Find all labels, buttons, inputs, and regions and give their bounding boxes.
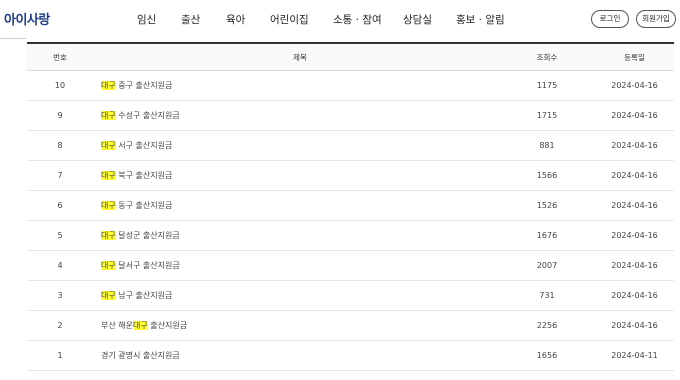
search-highlight: 대구 <box>101 81 116 90</box>
row-title-link[interactable]: 부산 해운대구 출산지원금 <box>101 311 187 340</box>
row-views: 2256 <box>536 321 558 330</box>
row-date: 2024-04-16 <box>611 81 658 90</box>
table-row[interactable]: 4 대구 달서구 출산지원금 2007 2024-04-16 <box>27 251 674 281</box>
row-title-link[interactable]: 대구 남구 출산지원금 <box>101 281 172 310</box>
table-row[interactable]: 10 대구 중구 출산지원금 1175 2024-04-16 <box>27 71 674 101</box>
title-text: 중구 출산지원금 <box>115 81 173 90</box>
row-date: 2024-04-16 <box>611 111 658 120</box>
row-views: 1175 <box>536 81 558 90</box>
row-number: 4 <box>57 261 63 270</box>
row-date: 2024-04-16 <box>611 201 658 210</box>
title-text: 서구 출산지원금 <box>115 141 173 150</box>
header-title: 제목 <box>293 53 307 62</box>
row-number: 5 <box>57 231 63 240</box>
row-title-link[interactable]: 경기 광명시 출산지원금 <box>101 341 180 370</box>
title-text: 달서구 출산지원금 <box>115 261 180 270</box>
row-date: 2024-04-16 <box>611 171 658 180</box>
title-text: 수성구 출산지원금 <box>115 111 180 120</box>
row-date: 2024-04-16 <box>611 291 658 300</box>
search-highlight: 대구 <box>101 171 116 180</box>
row-number: 10 <box>54 81 66 90</box>
search-highlight: 대구 <box>132 321 148 330</box>
site-header: 아이사랑 임신 출산 육아 어린이집 소통 · 참여 상담실 홍보 · 알림 로… <box>0 0 680 40</box>
row-date: 2024-04-16 <box>611 261 658 270</box>
table-header: 번호 제목 조회수 등록일 <box>27 42 674 71</box>
row-date: 2024-04-11 <box>611 351 658 360</box>
nav-item-daycare[interactable]: 어린이집 <box>270 12 309 27</box>
table-row[interactable]: 1 경기 광명시 출산지원금 1656 2024-04-11 <box>27 341 674 371</box>
nav-item-parenting[interactable]: 육아 <box>226 12 245 27</box>
row-title-link[interactable]: 대구 수성구 출산지원금 <box>101 101 180 130</box>
nav-item-counseling[interactable]: 상담실 <box>403 12 432 27</box>
row-title-link[interactable]: 대구 동구 출산지원금 <box>101 191 172 220</box>
table-row[interactable]: 7 대구 북구 출산지원금 1566 2024-04-16 <box>27 161 674 191</box>
nav-item-birth[interactable]: 출산 <box>181 12 200 27</box>
search-highlight: 대구 <box>101 291 116 300</box>
signup-button[interactable]: 회원가입 <box>636 10 676 28</box>
row-number: 6 <box>57 201 63 210</box>
row-views: 2007 <box>536 261 558 270</box>
row-date: 2024-04-16 <box>611 231 658 240</box>
nav-item-community[interactable]: 소통 · 참여 <box>333 12 382 27</box>
row-views: 881 <box>539 141 555 150</box>
search-highlight: 대구 <box>101 231 116 240</box>
row-date: 2024-04-16 <box>611 141 658 150</box>
row-date: 2024-04-16 <box>611 321 658 330</box>
nav-item-pregnancy[interactable]: 임신 <box>137 12 156 27</box>
row-title-link[interactable]: 대구 달서구 출산지원금 <box>101 251 180 280</box>
row-title-link[interactable]: 대구 달성군 출산지원금 <box>101 221 180 250</box>
row-views: 1526 <box>536 201 558 210</box>
table-row[interactable]: 5 대구 달성군 출산지원금 1676 2024-04-16 <box>27 221 674 251</box>
row-number: 2 <box>57 321 63 330</box>
row-views: 1656 <box>536 351 558 360</box>
row-title-link[interactable]: 대구 중구 출산지원금 <box>101 71 172 100</box>
title-text: 달성군 출산지원금 <box>115 231 180 240</box>
header-date: 등록일 <box>624 53 645 62</box>
table-body: 10 대구 중구 출산지원금 1175 2024-04-16 9 대구 수성구 출산지원금… <box>27 71 674 371</box>
title-text: 북구 출산지원금 <box>115 171 173 180</box>
row-views: 1566 <box>536 171 558 180</box>
header-number: 번호 <box>53 53 67 62</box>
nav-item-news[interactable]: 홍보 · 알림 <box>456 12 505 27</box>
row-number: 7 <box>57 171 63 180</box>
table-row[interactable]: 6 대구 동구 출산지원금 1526 2024-04-16 <box>27 191 674 221</box>
post-board: 번호 제목 조회수 등록일 10 대구 중구 출산지원금 1175 2024-04-1… <box>27 42 674 371</box>
row-title-link[interactable]: 대구 북구 출산지원금 <box>101 161 172 190</box>
title-text: 경기 광명시 출산지원금 <box>101 351 180 360</box>
row-views: 1715 <box>536 111 558 120</box>
title-text: 부산 해운 <box>101 321 133 330</box>
row-number: 8 <box>57 141 63 150</box>
row-number: 9 <box>57 111 63 120</box>
title-text: 출산지원금 <box>147 321 188 330</box>
header-views: 조회수 <box>536 53 558 62</box>
main-nav: 임신 출산 육아 어린이집 소통 · 참여 상담실 홍보 · 알림 <box>0 12 680 28</box>
row-number: 3 <box>57 291 63 300</box>
table-row[interactable]: 2 부산 해운대구 출산지원금 2256 2024-04-16 <box>27 311 674 341</box>
row-views: 731 <box>539 291 555 300</box>
table-row[interactable]: 8 대구 서구 출산지원금 881 2024-04-16 <box>27 131 674 161</box>
search-highlight: 대구 <box>101 261 116 270</box>
title-text: 남구 출산지원금 <box>115 291 173 300</box>
table-row[interactable]: 9 대구 수성구 출산지원금 1715 2024-04-16 <box>27 101 674 131</box>
search-highlight: 대구 <box>101 111 116 120</box>
table-row[interactable]: 3 대구 남구 출산지원금 731 2024-04-16 <box>27 281 674 311</box>
login-button[interactable]: 로그인 <box>591 10 629 28</box>
row-views: 1676 <box>536 231 558 240</box>
search-highlight: 대구 <box>101 201 116 210</box>
header-divider <box>0 38 26 39</box>
title-text: 동구 출산지원금 <box>115 201 173 210</box>
row-title-link[interactable]: 대구 서구 출산지원금 <box>101 131 172 160</box>
search-highlight: 대구 <box>101 141 116 150</box>
row-number: 1 <box>57 351 63 360</box>
